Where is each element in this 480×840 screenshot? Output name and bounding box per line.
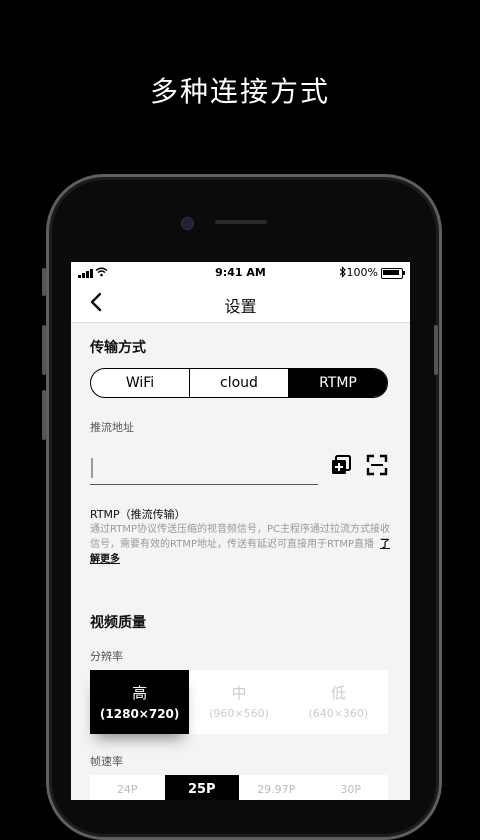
navigation-bar: 设置 <box>71 284 410 323</box>
video-quality-title: 视频质量 <box>90 615 146 631</box>
segment-wifi[interactable]: WiFi <box>91 369 190 397</box>
rtmp-description-text: 通过RTMP协议传送压缩的视音频信号，PC主程序通过拉流方式接收信号，需要有效的… <box>90 524 390 550</box>
battery-icon <box>381 268 405 279</box>
page-title: 设置 <box>224 297 257 316</box>
stream-url-input[interactable] <box>90 454 318 485</box>
fps-option-29-97p[interactable]: 29.97P <box>239 775 314 800</box>
resolution-size: (1280×720) <box>99 707 180 721</box>
frame-rate-selector: 24P 25P 29.97P 30P <box>90 775 388 800</box>
fps-option-24p[interactable]: 24P <box>90 775 165 800</box>
transport-segmented-control: WiFi cloud RTMP <box>90 368 388 398</box>
resolution-option-medium[interactable]: 中 (960×560) <box>189 670 288 734</box>
resolution-selector: 高 (1280×720) 中 (960×560) 低 (640×360) <box>90 670 388 734</box>
stream-url-label: 推流地址 <box>90 421 134 434</box>
app-screen: 9:41 AM 100% 设置 传输方式 WiFi cloud RTMP 推流地… <box>71 262 410 800</box>
front-camera <box>181 217 194 230</box>
earpiece-speaker <box>215 220 267 224</box>
resolution-label: 分辨率 <box>90 650 123 663</box>
mute-switch <box>42 268 46 296</box>
resolution-name: 低 <box>330 684 346 702</box>
power-button <box>434 325 438 375</box>
fps-option-25p[interactable]: 25P <box>164 775 239 800</box>
input-caret <box>91 458 93 478</box>
scan-icon[interactable] <box>366 454 388 476</box>
rtmp-title: RTMP（推流传输） <box>90 508 186 521</box>
resolution-size: (640×360) <box>308 707 369 720</box>
volume-up-button <box>42 325 46 375</box>
resolution-name: 中 <box>231 684 247 702</box>
resolution-size: (960×560) <box>209 707 269 720</box>
segment-cloud[interactable]: cloud <box>190 369 289 397</box>
bluetooth-icon <box>339 266 346 278</box>
status-bar: 9:41 AM 100% <box>71 262 410 284</box>
resolution-name: 高 <box>132 684 148 702</box>
promo-headline: 多种连接方式 <box>149 75 330 108</box>
rtmp-description: 通过RTMP协议传送压缩的视音频信号，PC主程序通过拉流方式接收信号，需要有效的… <box>90 522 392 567</box>
transport-section-title: 传输方式 <box>90 340 146 356</box>
battery-percentage: 100% <box>346 266 378 279</box>
resolution-option-high[interactable]: 高 (1280×720) <box>90 670 190 734</box>
fps-option-30p[interactable]: 30P <box>314 775 389 800</box>
segment-rtmp[interactable]: RTMP <box>289 369 387 397</box>
resolution-option-low[interactable]: 低 (640×360) <box>289 670 388 734</box>
frame-rate-label: 帧速率 <box>90 755 123 768</box>
paste-icon[interactable] <box>330 454 352 476</box>
volume-down-button <box>42 390 46 440</box>
